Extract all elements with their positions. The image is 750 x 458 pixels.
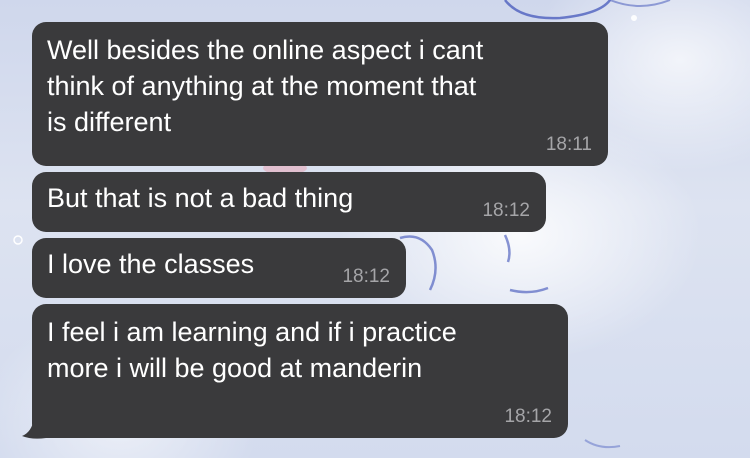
message-bubble[interactable]: Well besides the online aspect i cant th… [32, 22, 608, 166]
message-bubble[interactable]: I love the classes 18:12 [32, 238, 406, 298]
message-timestamp: 18:12 [482, 200, 530, 221]
message-timestamp: 18:11 [545, 134, 592, 155]
message-text: Well besides the online aspect i cant th… [47, 35, 484, 137]
message-bubble[interactable]: I feel i am learning and if i practice m… [32, 304, 568, 438]
message-bubble[interactable]: But that is not a bad thing 18:12 [32, 172, 546, 232]
message-text: But that is not a bad thing [47, 183, 354, 213]
message-text: I love the classes [47, 249, 255, 279]
message-text: I feel i am learning and if i practice m… [47, 317, 457, 383]
bubble-tail-icon [22, 418, 46, 439]
message-timestamp: 18:12 [342, 266, 390, 287]
message-timestamp: 18:12 [504, 406, 552, 427]
message-list: Well besides the online aspect i cant th… [0, 0, 750, 458]
